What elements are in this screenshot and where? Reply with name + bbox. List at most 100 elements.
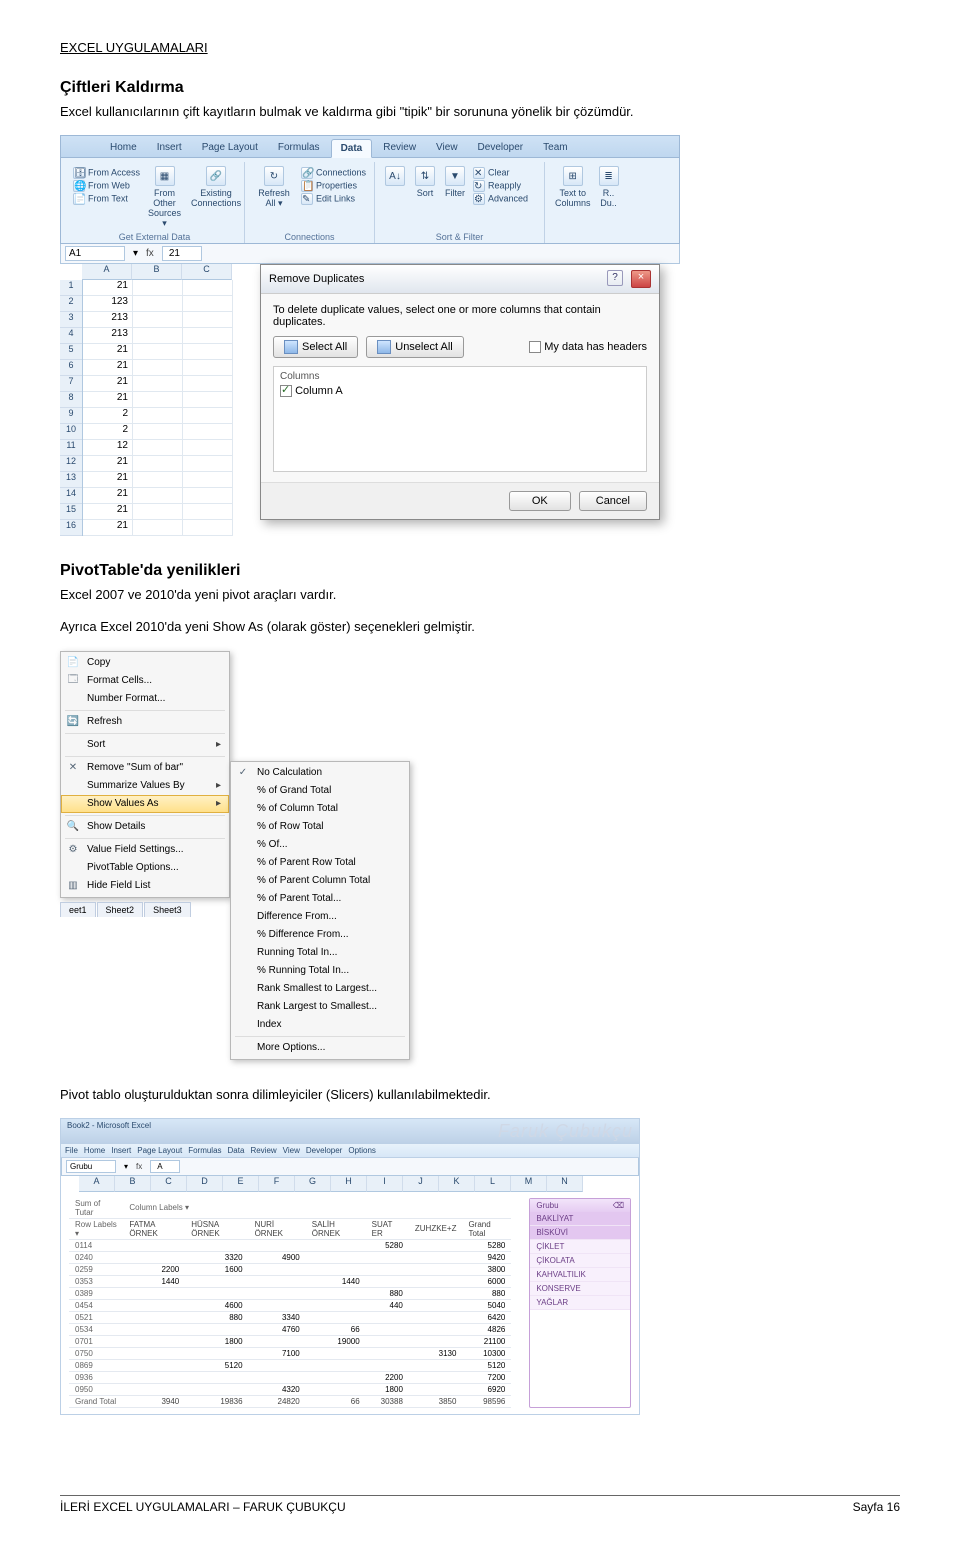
column-header[interactable]: C — [182, 264, 232, 280]
cell[interactable]: 2 — [83, 424, 133, 440]
ribbon-tab-insert[interactable]: Insert — [148, 139, 191, 157]
sheet-tab[interactable]: Sheet3 — [144, 902, 191, 917]
mini-col-header[interactable]: H — [331, 1176, 367, 1192]
row-header[interactable]: 2 — [60, 296, 82, 312]
mini-tab[interactable]: View — [283, 1146, 300, 1155]
help-icon[interactable]: ? — [607, 270, 623, 286]
properties-button[interactable]: 📋Properties — [301, 180, 366, 192]
remove-duplicates-ribbon-button[interactable]: ≣R.. Du.. — [599, 166, 619, 208]
row-header[interactable]: 12 — [60, 456, 82, 472]
row-header[interactable]: 14 — [60, 488, 82, 504]
sort-button[interactable]: ⇅Sort — [415, 166, 435, 198]
cell[interactable]: 21 — [83, 376, 133, 392]
mini-col-header[interactable]: D — [187, 1176, 223, 1192]
ribbon-tab-data[interactable]: Data — [331, 139, 373, 158]
menu-item-difference-from[interactable]: Difference From... — [231, 908, 409, 926]
slicer-item[interactable]: ÇİKOLATA — [530, 1254, 630, 1268]
menu-item-rank-largest-to-smallest[interactable]: Rank Largest to Smallest... — [231, 998, 409, 1016]
advanced-button[interactable]: ⚙Advanced — [473, 193, 528, 205]
mini-col-header[interactable]: A — [79, 1176, 115, 1192]
row-header[interactable]: 4 — [60, 328, 82, 344]
mini-tab[interactable]: Developer — [306, 1146, 342, 1155]
mini-tab[interactable]: File — [65, 1146, 78, 1155]
unselect-all-button[interactable]: Unselect All — [366, 336, 463, 358]
row-header[interactable]: 13 — [60, 472, 82, 488]
row-header[interactable]: 15 — [60, 504, 82, 520]
cell[interactable]: 123 — [83, 296, 133, 312]
ribbon-tab-team[interactable]: Team — [534, 139, 576, 157]
menu-item-copy[interactable]: 📄Copy — [61, 654, 229, 672]
mini-tab[interactable]: Review — [250, 1146, 276, 1155]
row-header[interactable]: 16 — [60, 520, 82, 536]
row-header[interactable]: 1 — [60, 280, 82, 296]
row-header[interactable]: 11 — [60, 440, 82, 456]
column-header[interactable]: B — [132, 264, 182, 280]
menu-item-of-row-total[interactable]: % of Row Total — [231, 818, 409, 836]
menu-item-pivottable-options[interactable]: PivotTable Options... — [61, 859, 229, 877]
select-all-button[interactable]: Select All — [273, 336, 358, 358]
menu-item-no-calculation[interactable]: ✓No Calculation — [231, 764, 409, 782]
refresh-all-button[interactable]: ↻Refresh All ▾ — [255, 166, 293, 209]
formula-value[interactable]: 21 — [162, 246, 202, 261]
menu-item-running-total-in[interactable]: Running Total In... — [231, 944, 409, 962]
ribbon-tab-view[interactable]: View — [427, 139, 467, 157]
from-text-button[interactable]: 📄From Text — [73, 193, 140, 205]
menu-item-refresh[interactable]: 🔄Refresh — [61, 713, 229, 731]
row-header[interactable]: 7 — [60, 376, 82, 392]
menu-item-show-details[interactable]: 🔍Show Details — [61, 818, 229, 836]
cell[interactable]: 21 — [83, 456, 133, 472]
slicer-item[interactable]: KONSERVE — [530, 1282, 630, 1296]
cell[interactable]: 12 — [83, 440, 133, 456]
mini-formula-value[interactable]: A — [150, 1160, 180, 1173]
row-header[interactable]: 8 — [60, 392, 82, 408]
column-checkbox[interactable] — [280, 385, 292, 397]
mini-tab[interactable]: Formulas — [188, 1146, 221, 1155]
slicer-item[interactable]: ÇİKLET — [530, 1240, 630, 1254]
slicer-item[interactable]: YAĞLAR — [530, 1296, 630, 1310]
mini-tab[interactable]: Options — [348, 1146, 376, 1155]
mini-col-header[interactable]: F — [259, 1176, 295, 1192]
ribbon-tab-home[interactable]: Home — [101, 139, 146, 157]
sort-az-button[interactable]: A↓ — [385, 166, 405, 188]
mini-col-header[interactable]: G — [295, 1176, 331, 1192]
mini-tab[interactable]: Insert — [111, 1146, 131, 1155]
sheet-tab[interactable]: Sheet2 — [97, 902, 144, 917]
existing-connections-button[interactable]: 🔗Existing Connections — [191, 166, 241, 208]
mini-col-header[interactable]: E — [223, 1176, 259, 1192]
ok-button[interactable]: OK — [509, 491, 571, 511]
menu-item-of-parent-total[interactable]: % of Parent Total... — [231, 890, 409, 908]
slicer-item[interactable]: KAHVALTILIK — [530, 1268, 630, 1282]
menu-item-value-field-settings[interactable]: ⚙Value Field Settings... — [61, 841, 229, 859]
menu-item-of-column-total[interactable]: % of Column Total — [231, 800, 409, 818]
menu-item-of-parent-column-total[interactable]: % of Parent Column Total — [231, 872, 409, 890]
row-header[interactable]: 5 — [60, 344, 82, 360]
mini-col-header[interactable]: I — [367, 1176, 403, 1192]
mini-col-header[interactable]: K — [439, 1176, 475, 1192]
menu-item-of-grand-total[interactable]: % of Grand Total — [231, 782, 409, 800]
cell[interactable]: 21 — [83, 392, 133, 408]
ribbon-tab-review[interactable]: Review — [374, 139, 425, 157]
edit-links-button[interactable]: ✎Edit Links — [301, 193, 366, 205]
column-header[interactable]: A — [82, 264, 132, 280]
clear-button[interactable]: ✕Clear — [473, 167, 528, 179]
name-box[interactable]: A1 — [65, 246, 125, 261]
text-to-columns-button[interactable]: ⊞Text to Columns — [555, 166, 591, 208]
mini-tab[interactable]: Home — [84, 1146, 105, 1155]
menu-item-format-cells[interactable]: 🗔Format Cells... — [61, 672, 229, 690]
column-item[interactable]: Column A — [280, 385, 640, 397]
from-access-button[interactable]: 🗄From Access — [73, 167, 140, 179]
from-web-button[interactable]: 🌐From Web — [73, 180, 140, 192]
row-header[interactable]: 3 — [60, 312, 82, 328]
ribbon-tab-page-layout[interactable]: Page Layout — [193, 139, 267, 157]
close-icon[interactable]: × — [631, 270, 651, 288]
mini-col-header[interactable]: N — [547, 1176, 583, 1192]
menu-item-of[interactable]: % Of... — [231, 836, 409, 854]
mini-tab[interactable]: Data — [228, 1146, 245, 1155]
menu-item-remove-sum-of-bar[interactable]: ✕Remove "Sum of bar" — [61, 759, 229, 777]
slicer-item[interactable]: BİSKÜVİ — [530, 1226, 630, 1240]
row-header[interactable]: 10 — [60, 424, 82, 440]
mini-tab[interactable]: Page Layout — [137, 1146, 182, 1155]
ribbon-tab-developer[interactable]: Developer — [469, 139, 533, 157]
cell[interactable]: 21 — [83, 344, 133, 360]
cancel-button[interactable]: Cancel — [579, 491, 647, 511]
